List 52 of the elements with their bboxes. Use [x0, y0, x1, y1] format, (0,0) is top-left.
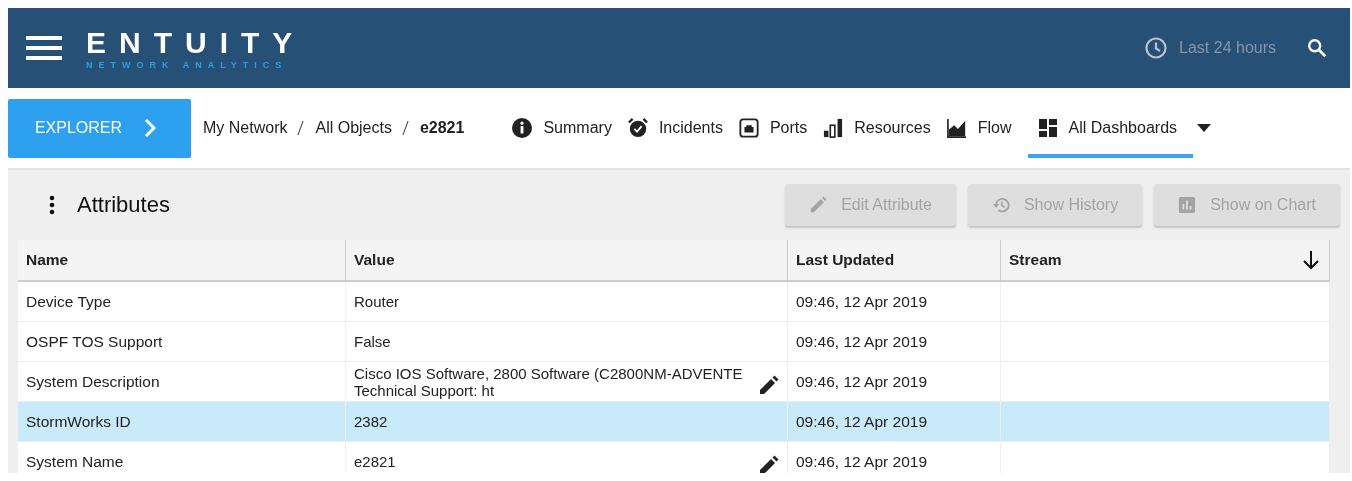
table-row[interactable]: OSPF TOS Support False 09:46, 12 Apr 2019 — [18, 322, 1330, 362]
nav-tab[interactable]: Summary — [512, 98, 628, 158]
area-chart-icon — [946, 118, 967, 138]
bar-chart-icon — [823, 118, 844, 138]
nav-tab[interactable]: Flow — [946, 98, 1028, 158]
pencil-icon[interactable] — [759, 454, 779, 473]
breadcrumb-link[interactable]: My Network — [203, 119, 288, 137]
table-cell: Device Type — [26, 292, 111, 311]
chevron-right-icon — [144, 118, 157, 138]
table-cell-text: Cisco IOS Software, 2800 Software (C2800NM-ADVENTE Technical Support: ht — [354, 364, 744, 399]
table-cell: System Name — [26, 452, 124, 471]
bar-chart-icon — [1178, 196, 1197, 214]
nav-tab[interactable]: Incidents — [627, 98, 739, 158]
info-icon — [512, 118, 533, 138]
table-cell: System Description — [26, 372, 160, 391]
nav-tab[interactable]: Ports — [738, 98, 824, 158]
breadcrumb-link[interactable]: All Objects — [315, 119, 392, 137]
alarm-clock-icon — [627, 118, 648, 138]
logo-text: ENTUITY — [86, 26, 306, 59]
table-cell: 09:46, 12 Apr 2019 — [796, 292, 927, 311]
nav-tab[interactable]: Resources — [823, 98, 947, 158]
table-row[interactable]: System Name e2821 09:46, 12 Apr 2019 — [18, 442, 1330, 473]
table-cell-text: 2382 — [354, 413, 389, 430]
panel-title: Attributes — [77, 192, 170, 218]
dashboard-icon — [1037, 118, 1058, 138]
table-cell-text: False — [354, 333, 392, 350]
nav-tab[interactable]: All Dashboards — [1027, 98, 1194, 158]
table-cell: StormWorks ID — [26, 412, 131, 431]
table-cell-text: Router — [354, 293, 401, 310]
port-icon — [738, 118, 759, 138]
pencil-icon[interactable] — [759, 374, 779, 395]
column-header[interactable]: Value — [346, 240, 788, 280]
pencil-icon — [809, 196, 828, 214]
table-row[interactable]: Device Type Router 09:46, 12 Apr 2019 — [18, 282, 1330, 322]
table-cell: 09:46, 12 Apr 2019 — [796, 412, 927, 431]
table-row[interactable]: StormWorks ID 2382 09:46, 12 Apr 2019 — [18, 402, 1330, 442]
table-cell: OSPF TOS Support — [26, 332, 163, 351]
menu-icon[interactable] — [26, 35, 62, 61]
table-cell-text: e2821 — [354, 453, 397, 470]
caret-icon[interactable] — [1197, 124, 1212, 132]
table-cell: 09:46, 12 Apr 2019 — [796, 372, 927, 391]
column-header[interactable]: Name — [18, 240, 346, 280]
table-cell: 09:46, 12 Apr 2019 — [796, 332, 927, 351]
table-cell: 09:46, 12 Apr 2019 — [796, 452, 927, 471]
search-icon[interactable] — [1306, 37, 1328, 59]
column-header[interactable]: Stream — [1001, 240, 1330, 280]
column-header[interactable]: Last Updated — [788, 240, 1001, 280]
logo-subtitle: NETWORK ANALYTICS — [86, 59, 289, 70]
history-icon — [991, 196, 1010, 214]
sort-arrow-icon[interactable] — [1302, 250, 1320, 270]
clock-icon — [1144, 36, 1169, 60]
more-options-icon[interactable] — [49, 195, 55, 215]
